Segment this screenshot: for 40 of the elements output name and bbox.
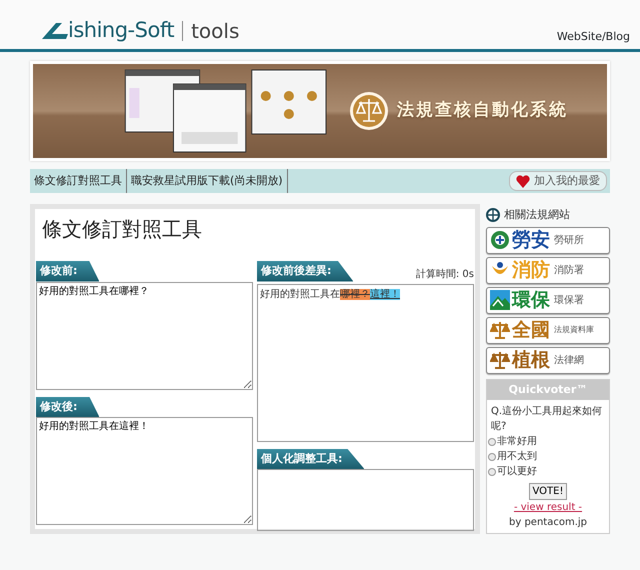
- sidebar-title: 相關法規網站: [504, 207, 570, 223]
- poll-option[interactable]: 用不太到: [487, 449, 609, 464]
- logo-icon: [42, 22, 68, 40]
- timing-text: 計算時間: 0s: [416, 268, 474, 282]
- site-link[interactable]: 環保 環保署: [486, 286, 610, 314]
- website-link[interactable]: WebSite/Blog: [556, 28, 630, 45]
- credit-text: by pentacom.jp: [509, 516, 587, 530]
- site-link[interactable]: 植根 法律網: [486, 346, 610, 374]
- heart-icon: [516, 174, 530, 188]
- mountain-icon: [490, 290, 510, 310]
- poll-option[interactable]: 可以更好: [487, 464, 609, 479]
- diff-output: 好用的對照工具在哪裡？這裡！: [257, 284, 474, 442]
- vote-button[interactable]: VOTE!: [528, 483, 568, 500]
- emblem-icon: [490, 230, 510, 250]
- poll-question: Q.這份小工具用起來如何呢?: [490, 404, 604, 434]
- scales-icon: [349, 91, 389, 131]
- scales-icon: [490, 320, 510, 340]
- text-area[interactable]: 好用的對照工具在哪裡？: [36, 282, 253, 390]
- section-label: 修改前:: [36, 261, 100, 282]
- nav-link[interactable]: 職安救星試用版下載(尚未開放): [127, 169, 288, 193]
- site-link[interactable]: 消防 消防署: [486, 256, 610, 284]
- logo-text: ishing-Soft: [68, 20, 174, 41]
- page-title: 條文修訂對照工具: [42, 217, 203, 241]
- banner-title: 法規查核自動化系統: [397, 99, 568, 122]
- logo-suffix: tools: [182, 20, 240, 40]
- view-result-link[interactable]: - view result -: [514, 500, 582, 515]
- radio-button[interactable]: [488, 452, 496, 460]
- favorite-button[interactable]: 加入我的最愛: [509, 170, 607, 192]
- poll-option[interactable]: 非常好用: [487, 434, 609, 449]
- radio-button[interactable]: [488, 438, 496, 446]
- section-label: 個人化調整工具:: [257, 448, 364, 469]
- scales-icon: [490, 350, 510, 370]
- site-link[interactable]: 全國 法規資料庫: [486, 316, 610, 344]
- text-area[interactable]: 好用的對照工具在這裡！: [36, 417, 253, 525]
- site-link[interactable]: 勞安 勞研所: [486, 226, 610, 254]
- globe-icon: [486, 208, 500, 222]
- radio-button[interactable]: [488, 468, 496, 476]
- nav-link[interactable]: 條文修訂對照工具: [30, 169, 127, 193]
- section-label: 修改後:: [36, 396, 100, 417]
- section-label: 修改前後差異:: [257, 261, 354, 282]
